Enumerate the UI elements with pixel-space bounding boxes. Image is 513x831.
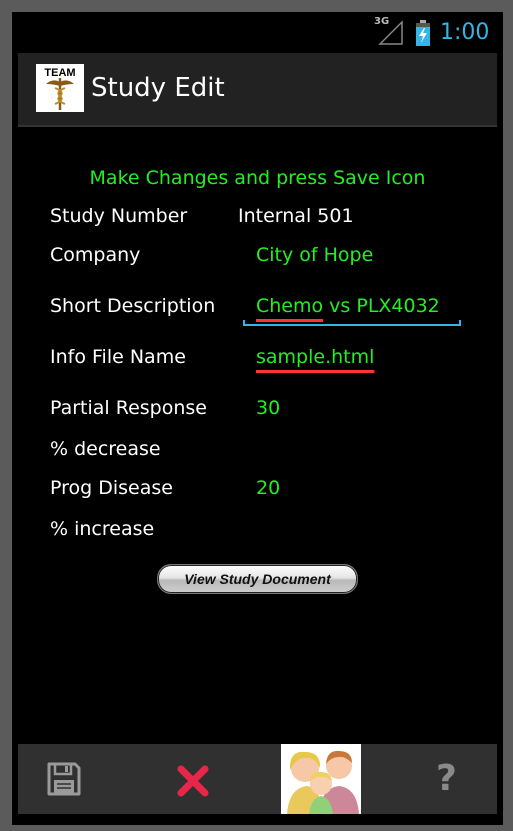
battery-charging-icon [416, 20, 430, 46]
short-description-label: Short Description [50, 295, 216, 317]
family-icon[interactable] [281, 744, 361, 814]
focused-field-underline [243, 320, 461, 326]
info-file-label: Info File Name [50, 346, 186, 368]
company-label: Company [50, 244, 141, 266]
prog-disease-label: Prog Disease [50, 477, 173, 499]
help-icon[interactable]: ? [436, 758, 457, 828]
save-icon[interactable] [46, 761, 82, 797]
bottom-toolbar: ? [18, 744, 497, 814]
short-description-rest: vs PLX4032 [323, 295, 440, 317]
page-title: Study Edit [91, 73, 225, 103]
percent-increase-label: % increase [50, 518, 155, 540]
prog-disease-field[interactable]: 20 [256, 477, 280, 499]
view-study-document-button[interactable]: View Study Document [157, 564, 358, 594]
study-number-value: Internal 501 [238, 205, 354, 227]
action-bar: TEAM Study Edit [18, 53, 497, 127]
status-time: 1:00 [440, 20, 490, 45]
company-field[interactable]: City of Hope [256, 244, 373, 266]
app-logo-icon[interactable]: TEAM [36, 64, 84, 112]
info-file-value: sample.html [256, 346, 375, 368]
svg-text:TEAM: TEAM [44, 67, 75, 79]
partial-response-field[interactable]: 30 [256, 397, 280, 419]
partial-response-label: Partial Response [50, 397, 208, 419]
percent-decrease-label: % decrease [50, 438, 161, 460]
study-number-label: Study Number [50, 205, 188, 227]
cancel-icon[interactable] [176, 764, 210, 798]
instruction-text: Make Changes and press Save Icon [89, 167, 426, 189]
short-description-field[interactable]: Chemo vs PLX4032 [256, 295, 440, 317]
info-file-field[interactable]: sample.html [256, 346, 374, 368]
misspelled-word: Chemo [256, 295, 324, 317]
signal-icon: 3G [374, 16, 404, 46]
